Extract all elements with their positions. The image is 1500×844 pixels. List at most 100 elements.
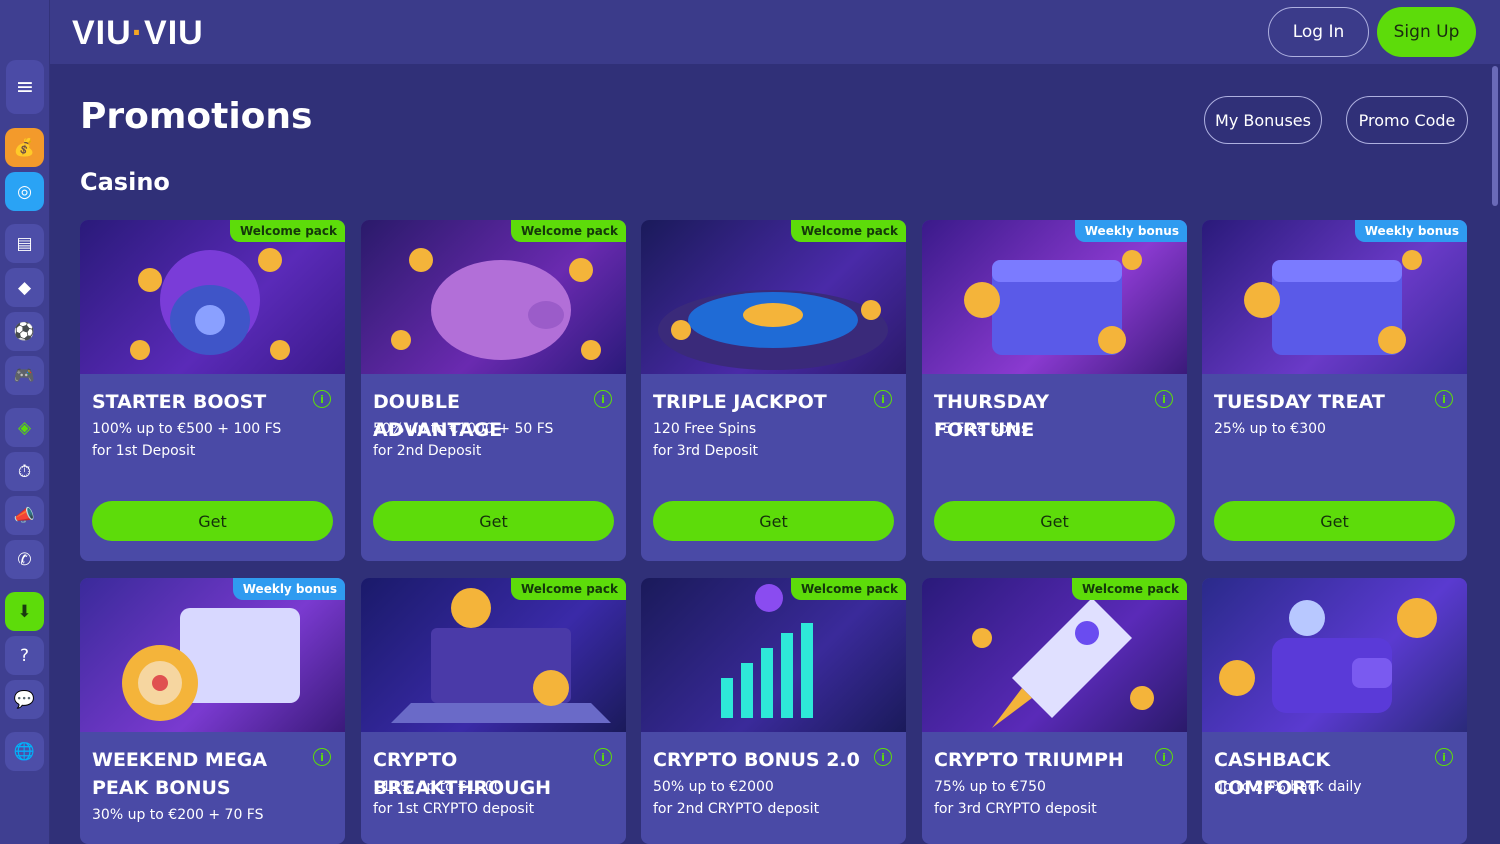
promo-card[interactable]: Welcome pack CRYPTO TRIUMPH i 75% up to €75… [922,578,1187,844]
bag-icon[interactable]: 💰 [5,128,44,167]
promo-badge: Welcome pack [1071,578,1187,600]
promo-description: 30% up to €200 + 70 FS [92,804,264,826]
page-title: Promotions [80,96,313,137]
sidebar: ≡ 💰 ◎ ▤ ◆ ⚽ 🎮 ◈ ⏱ 📣 ✆ ⬇ ? 💬 🌐 [0,0,50,844]
info-icon[interactable]: i [874,748,892,766]
promo-line-1: 100% up to €500 + 100 FS [92,421,282,437]
promo-card[interactable]: Welcome pack DOUBLE ADVANTAGE i 50% up to €… [361,220,626,561]
chat-icon[interactable]: 💬 [5,680,44,719]
promo-line-2: for 2nd CRYPTO deposit [653,801,820,817]
promo-title: CRYPTO TRIUMPH [934,749,1124,771]
promo-image: Welcome pack [361,220,626,374]
login-button[interactable]: Log In [1268,7,1369,57]
info-icon[interactable]: i [594,748,612,766]
get-button[interactable]: Get [373,501,614,541]
info-icon[interactable]: i [313,390,331,408]
get-button[interactable]: Get [934,501,1175,541]
info-icon[interactable]: i [874,390,892,408]
promo-line-1: 111% up to €1000 [373,779,503,795]
my-bonuses-button[interactable]: My Bonuses [1204,96,1322,144]
promo-image: Weekly bonus [1202,220,1467,374]
promo-line-2: for 3rd CRYPTO deposit [934,801,1097,817]
info-icon[interactable]: i [1435,748,1453,766]
promo-card[interactable]: Weekly bonus WEEKEND MEGA PEAK BONUS i 30% … [80,578,345,844]
get-button[interactable]: Get [92,501,333,541]
get-button[interactable]: Get [1214,501,1455,541]
promo-badge: Welcome pack [229,220,345,242]
promo-title: STARTER BOOST [92,391,267,413]
promo-line-1: up to 20% back daily [1214,779,1362,795]
promo-card[interactable]: CASHBACK COMFORT i up to 20% back daily [1202,578,1467,844]
tag-icon[interactable]: ◈ [5,408,44,447]
promo-image: Welcome pack [80,220,345,374]
promo-badge: Weekly bonus [1074,220,1187,242]
ticket-icon[interactable]: ▤ [5,224,44,263]
get-button[interactable]: Get [653,501,894,541]
promo-card[interactable]: Welcome pack TRIPLE JACKPOT i 120 Free Spin… [641,220,906,561]
promo-description: 100% up to €500 + 100 FS for 1st Deposit [92,418,281,462]
info-icon[interactable]: i [1435,390,1453,408]
whatsapp-icon[interactable]: ✆ [5,540,44,579]
promo-description: 50% up to €1000 + 50 FS for 2nd Deposit [373,418,553,462]
promo-badge: Welcome pack [510,578,626,600]
top-bar: VIU·VIU Log In Sign Up [0,0,1500,64]
promo-card[interactable]: Welcome pack STARTER BOOST i 100% up to €50… [80,220,345,561]
promo-line-1: 50% up to €1000 + 50 FS [373,421,554,437]
promo-title: TUESDAY TREAT [1214,391,1385,413]
ball-icon[interactable]: ⚽ [5,312,44,351]
promo-image: Welcome pack [922,578,1187,732]
info-icon[interactable]: i [594,390,612,408]
target-icon[interactable]: ◎ [5,172,44,211]
promo-card[interactable]: Welcome pack CRYPTO BREAKTHROUGH i 111% up … [361,578,626,844]
globe-icon[interactable]: 🌐 [5,732,44,771]
promo-image: Welcome pack [641,220,906,374]
promo-line-1: 30% up to €200 + 70 FS [92,807,264,823]
info-icon[interactable]: i [313,748,331,766]
gamepad-icon[interactable]: 🎮 [5,356,44,395]
promo-badge: Welcome pack [790,220,906,242]
promo-card[interactable]: Weekly bonus THURSDAY FORTUNE i 75 Free Spi… [922,220,1187,561]
promo-badge: Weekly bonus [1354,220,1467,242]
promo-badge: Welcome pack [790,578,906,600]
signup-button[interactable]: Sign Up [1377,7,1476,57]
promo-line-2: for 2nd Deposit [373,443,482,459]
promo-image [1202,578,1467,732]
promo-card[interactable]: Weekly bonus TUESDAY TREAT i 25% up to €300… [1202,220,1467,561]
promo-line-1: 120 Free Spins [653,421,757,437]
promo-description: 75% up to €750 for 3rd CRYPTO deposit [934,776,1097,820]
section-title: Casino [80,168,170,196]
promo-badge: Weekly bonus [232,578,345,600]
menu-icon[interactable]: ≡ [6,60,44,114]
promo-line-2: for 1st Deposit [92,443,196,459]
promo-code-button[interactable]: Promo Code [1346,96,1468,144]
promo-title: CRYPTO BONUS 2.0 [653,749,860,771]
promo-image: Weekly bonus [922,220,1187,374]
promo-description: up to 20% back daily [1214,776,1362,798]
help-icon[interactable]: ? [5,636,44,675]
promo-line-1: 25% up to €300 [1214,421,1326,437]
promo-description: 50% up to €2000 for 2nd CRYPTO deposit [653,776,819,820]
logo[interactable]: VIU·VIU [72,14,204,53]
megaphone-icon[interactable]: 📣 [5,496,44,535]
stopwatch-icon[interactable]: ⏱ [5,452,44,491]
sports-icon[interactable]: ◆ [5,268,44,307]
promo-line-2: for 3rd Deposit [653,443,758,459]
promo-description: 111% up to €1000 for 1st CRYPTO deposit [373,776,534,820]
promo-line-1: 75 Free Spins [934,421,1029,437]
promo-description: 120 Free Spins for 3rd Deposit [653,418,758,462]
promo-image: Weekly bonus [80,578,345,732]
promo-description: 25% up to €300 [1214,418,1326,440]
promo-line-1: 50% up to €2000 [653,779,774,795]
promo-line-1: 75% up to €750 [934,779,1046,795]
info-icon[interactable]: i [1155,390,1173,408]
download-icon[interactable]: ⬇ [5,592,44,631]
info-icon[interactable]: i [1155,748,1173,766]
promo-badge: Welcome pack [510,220,626,242]
promo-title: TRIPLE JACKPOT [653,391,827,413]
promo-image: Welcome pack [361,578,626,732]
promo-line-2: for 1st CRYPTO deposit [373,801,535,817]
promo-description: 75 Free Spins [934,418,1028,440]
promo-title: WEEKEND MEGA PEAK BONUS [92,749,268,799]
promo-card[interactable]: Welcome pack CRYPTO BONUS 2.0 i 50% up to €… [641,578,906,844]
scrollbar[interactable] [1492,66,1498,206]
